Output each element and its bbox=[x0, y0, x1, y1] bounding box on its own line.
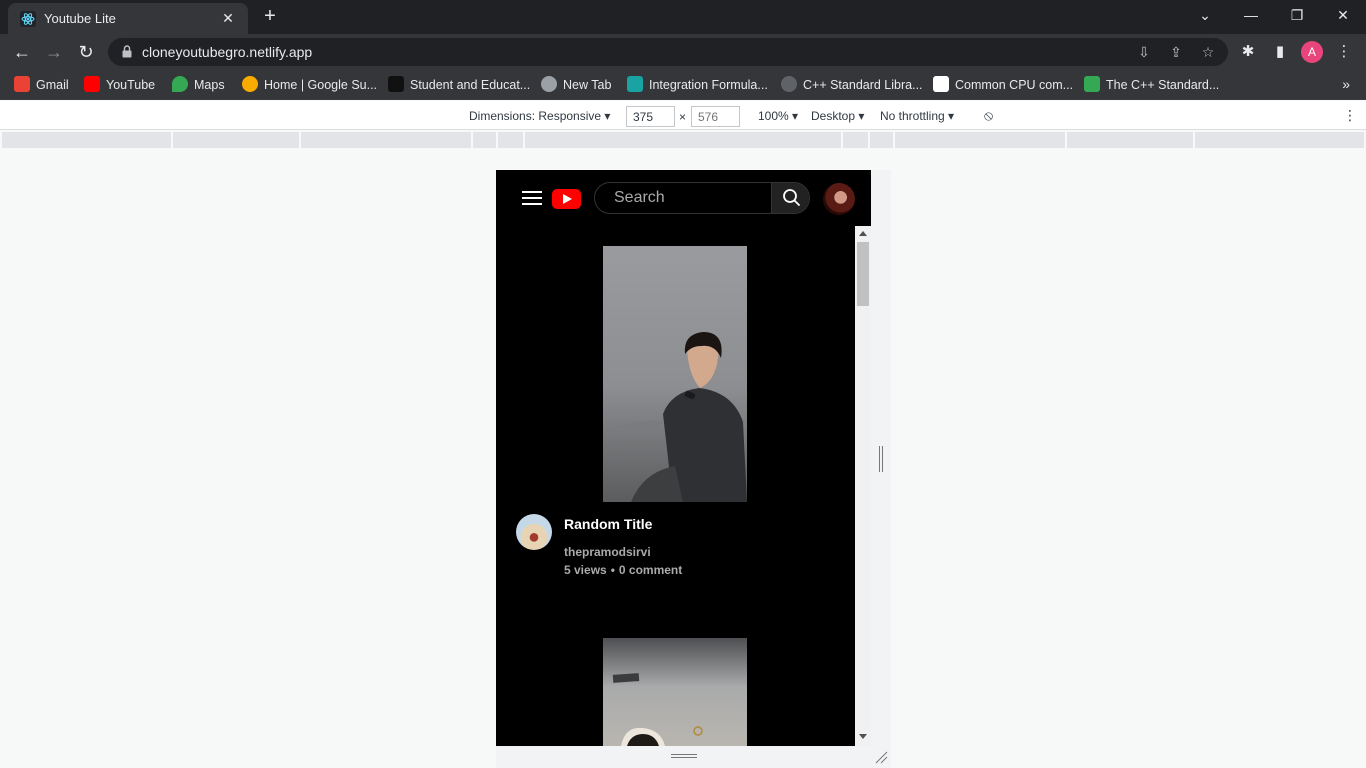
media-query-ruler bbox=[0, 130, 1366, 150]
video-thumbnail[interactable] bbox=[603, 246, 747, 502]
channel-name[interactable]: thepramodsirvi bbox=[564, 545, 651, 559]
hamburger-menu-icon[interactable] bbox=[522, 191, 542, 206]
lock-icon bbox=[122, 45, 132, 58]
bookmark-cpp-library[interactable]: C++ Standard Libra... bbox=[781, 76, 923, 94]
search-bar bbox=[594, 182, 810, 214]
viewport-scrollbar[interactable] bbox=[855, 226, 871, 746]
comment-count: 0 comment bbox=[618, 563, 683, 577]
youtube-icon bbox=[84, 76, 100, 92]
scrollbar-thumb[interactable] bbox=[857, 242, 869, 306]
react-icon bbox=[20, 11, 36, 27]
throttling-dropdown[interactable]: No throttling ▾ bbox=[880, 109, 954, 123]
cpp-icon bbox=[781, 76, 797, 92]
ruler-segment[interactable] bbox=[173, 132, 299, 148]
bookmark-student[interactable]: Student and Educat... bbox=[388, 76, 530, 94]
address-bar[interactable]: cloneyoutubegro.netlify.app ⇩ ⇪ ☆ bbox=[108, 38, 1228, 66]
student-icon bbox=[388, 76, 404, 92]
devtools-more-icon[interactable]: ⋮ bbox=[1343, 107, 1357, 124]
ruler-segment[interactable] bbox=[843, 132, 868, 148]
ruler-segment[interactable] bbox=[895, 132, 1065, 148]
search-icon bbox=[783, 189, 800, 206]
share-icon[interactable]: ⇪ bbox=[1166, 42, 1186, 62]
dimension-times: × bbox=[679, 110, 687, 124]
ruler-segment[interactable] bbox=[1067, 132, 1193, 148]
bookmark-google-summer[interactable]: Home | Google Su... bbox=[242, 76, 377, 94]
close-tab-icon[interactable]: ✕ bbox=[218, 8, 238, 28]
bookmark-gmail[interactable]: Gmail bbox=[14, 76, 69, 94]
side-panel-icon[interactable]: ▮ bbox=[1268, 40, 1292, 64]
extensions-icon[interactable]: ✱ bbox=[1236, 40, 1260, 64]
ruler-segment[interactable] bbox=[2, 132, 171, 148]
channel-avatar[interactable] bbox=[516, 514, 552, 550]
bookmark-youtube[interactable]: YouTube bbox=[84, 76, 155, 94]
youtube-logo[interactable] bbox=[552, 189, 581, 209]
tab-title: Youtube Lite bbox=[44, 11, 116, 26]
resize-width-handle[interactable] bbox=[879, 446, 883, 472]
profile-avatar[interactable]: A bbox=[1301, 41, 1323, 63]
width-input[interactable] bbox=[626, 106, 675, 127]
ruler-segment[interactable] bbox=[525, 132, 841, 148]
scroll-up-icon[interactable] bbox=[859, 231, 867, 236]
ruler-segment[interactable] bbox=[473, 132, 496, 148]
ruler-segment[interactable] bbox=[301, 132, 471, 148]
sun-icon bbox=[242, 76, 258, 92]
ceiling-scene bbox=[612, 673, 703, 746]
url-text: cloneyoutubegro.netlify.app bbox=[142, 44, 313, 60]
browser-toolbar: ← → ↻ cloneyoutubegro.netlify.app ⇩ ⇪ ☆ … bbox=[0, 34, 1366, 70]
ruler-segment[interactable] bbox=[1195, 132, 1364, 148]
video-thumbnail[interactable] bbox=[603, 638, 747, 746]
device-toolbar: Dimensions: Responsive ▾ × 100% ▾ Deskto… bbox=[0, 101, 1366, 130]
tab-search-icon[interactable]: ⌄ bbox=[1182, 0, 1228, 30]
person-figure bbox=[619, 332, 747, 502]
bookmarks-bar: Gmail YouTube Maps Home | Google Su... S… bbox=[0, 70, 1366, 100]
video-meta: 5 views • 0 comment bbox=[564, 563, 682, 577]
bookmark-maps[interactable]: Maps bbox=[172, 76, 225, 94]
gmail-icon bbox=[14, 76, 30, 92]
height-input[interactable] bbox=[691, 106, 740, 127]
rotate-icon[interactable]: ⦸ bbox=[984, 107, 993, 124]
bookmark-new-tab[interactable]: New Tab bbox=[541, 76, 611, 94]
globe-icon bbox=[541, 76, 557, 92]
browser-menu-icon[interactable]: ⋮ bbox=[1332, 40, 1356, 64]
user-avatar[interactable] bbox=[823, 183, 855, 215]
ruler-segment[interactable] bbox=[498, 132, 523, 148]
resize-height-handle[interactable] bbox=[671, 754, 697, 758]
dimensions-dropdown[interactable]: Dimensions: Responsive ▾ bbox=[469, 109, 610, 123]
bookmark-star-icon[interactable]: ☆ bbox=[1198, 42, 1218, 62]
more-bookmarks-icon[interactable]: » bbox=[1342, 76, 1350, 92]
zoom-dropdown[interactable]: 100% ▾ bbox=[758, 109, 798, 123]
bookmark-cpp-standard[interactable]: The C++ Standard... bbox=[1084, 76, 1219, 94]
back-icon[interactable]: ← bbox=[10, 40, 34, 64]
new-tab-button[interactable]: + bbox=[256, 4, 284, 30]
cpu-icon bbox=[933, 76, 949, 92]
view-count: 5 views bbox=[564, 563, 607, 577]
close-window-button[interactable]: ✕ bbox=[1320, 0, 1366, 30]
bookmark-cpu[interactable]: Common CPU com... bbox=[933, 76, 1073, 94]
minimize-button[interactable]: — bbox=[1228, 0, 1274, 30]
browser-tab[interactable]: Youtube Lite ✕ bbox=[8, 3, 248, 34]
integral-icon bbox=[627, 76, 643, 92]
search-button[interactable] bbox=[771, 183, 809, 213]
reload-icon[interactable]: ↻ bbox=[74, 40, 98, 64]
device-type-dropdown[interactable]: Desktop ▾ bbox=[811, 109, 864, 123]
video-title[interactable]: Random Title bbox=[564, 516, 652, 532]
meta-separator: • bbox=[610, 563, 615, 577]
search-input[interactable] bbox=[595, 183, 771, 213]
resize-corner-icon[interactable] bbox=[874, 750, 888, 764]
infinity-icon bbox=[1084, 76, 1100, 92]
device-viewport: Random Title thepramodsirvi 5 views•0 co… bbox=[496, 170, 871, 746]
install-app-icon[interactable]: ⇩ bbox=[1134, 42, 1154, 62]
maps-pin-icon bbox=[172, 76, 188, 92]
ruler-segment[interactable] bbox=[870, 132, 893, 148]
bookmark-integration[interactable]: Integration Formula... bbox=[627, 76, 768, 94]
forward-icon[interactable]: → bbox=[42, 40, 66, 64]
restore-button[interactable]: ❐ bbox=[1274, 0, 1320, 30]
scroll-down-icon[interactable] bbox=[859, 734, 867, 739]
tab-strip: Youtube Lite ✕ + ⌄ — ❐ ✕ bbox=[0, 0, 1366, 34]
